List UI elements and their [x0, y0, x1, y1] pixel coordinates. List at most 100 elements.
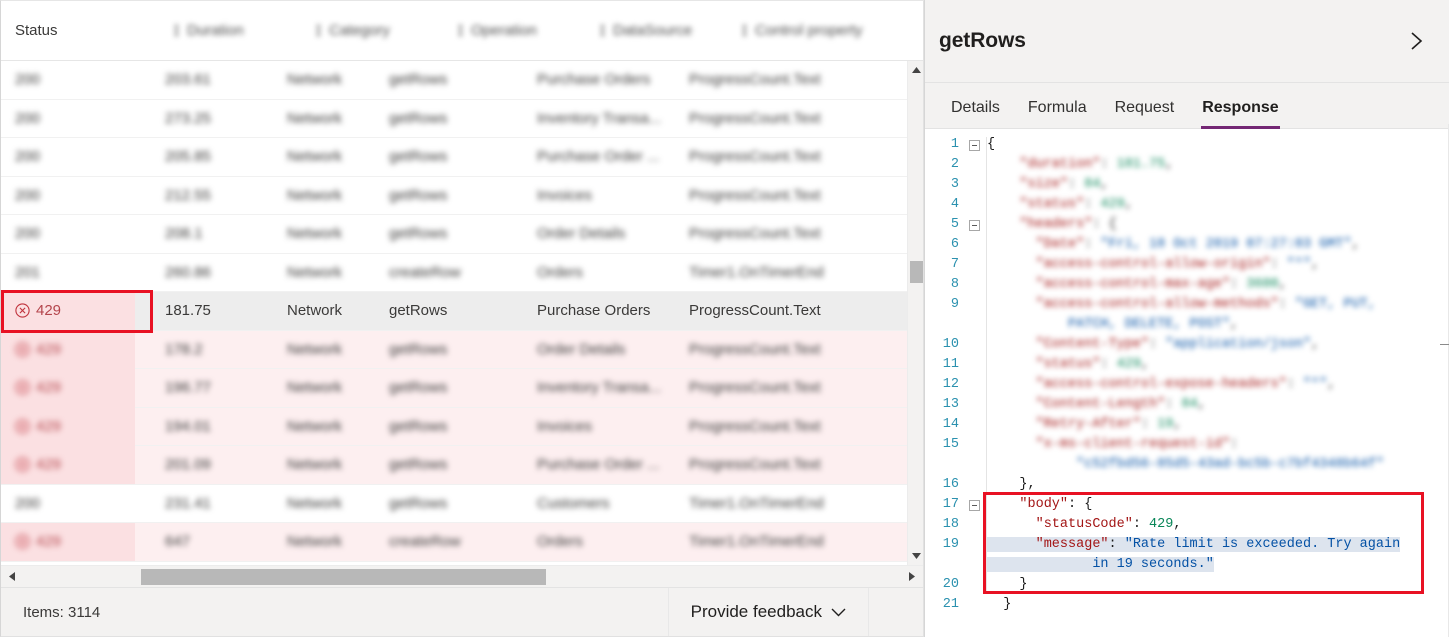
table-row[interactable]: 200 273.25 Network getRows Inventory Transa.… — [1, 99, 907, 138]
column-resize-handle[interactable] — [733, 24, 755, 37]
horizontal-scrollbar-track[interactable] — [23, 566, 901, 587]
column-header-category[interactable]: Category — [329, 22, 449, 39]
fold-collapse-icon[interactable] — [963, 135, 985, 151]
provide-feedback-label: Provide feedback — [690, 602, 822, 621]
cell-category: Network — [287, 71, 343, 89]
chevron-right-icon[interactable] — [1405, 30, 1427, 52]
horizontal-scrollbar-thumb[interactable] — [141, 569, 546, 585]
json-token: 84 — [1181, 397, 1198, 412]
json-token: 429 — [1149, 517, 1174, 532]
json-line: 10 "Content-Type": "application/json", — [925, 335, 1449, 355]
table-row[interactable]: 200 205.85 Network getRows Purchase Order ..… — [1, 138, 907, 177]
table-body-scroll-region[interactable]: 200 203.61 Network getRows Purchase Orders Pr… — [1, 61, 923, 565]
table-row[interactable]: 429 196.77 Network getRows Inventory Transa.… — [1, 368, 907, 408]
scroll-left-button[interactable] — [1, 566, 23, 588]
tab-request[interactable]: Request — [1101, 99, 1189, 128]
cell-status-text: 429 — [36, 417, 62, 435]
cell-datasource: Invoices — [537, 417, 593, 435]
json-token: : — [1132, 517, 1150, 532]
table-row[interactable]: 429 194.01 Network getRows Invoices ProgressC… — [1, 407, 907, 446]
column-resize-handle[interactable] — [591, 24, 613, 37]
fold-box[interactable] — [968, 500, 980, 511]
vertical-scrollbar[interactable] — [907, 61, 923, 565]
json-line-text: "duration": 181.75, — [985, 155, 1449, 175]
cell-operation: getRows — [389, 225, 448, 243]
cell-operation: getRows — [389, 456, 448, 474]
cell-control: ProgressCount.Text — [689, 109, 821, 127]
json-token: "Content-Type" — [987, 337, 1150, 352]
json-line-text: "Content-Length": 84, — [985, 395, 1449, 415]
vertical-scrollbar-thumb[interactable] — [910, 261, 923, 283]
scroll-up-button[interactable] — [908, 61, 923, 79]
fold-collapse-icon[interactable] — [963, 495, 985, 511]
provide-feedback-button[interactable]: Provide feedback — [667, 587, 869, 636]
json-token: "Content-Length" — [987, 397, 1166, 412]
json-token: 429 — [1116, 357, 1141, 372]
fold-box[interactable] — [968, 140, 980, 151]
json-token: "message" — [987, 537, 1109, 552]
json-token: "*" — [1286, 257, 1312, 272]
json-line: 8 "access-control-max-age": 3600, — [925, 275, 1449, 295]
tab-details[interactable]: Details — [937, 99, 1014, 128]
json-line-text: "headers": { — [985, 215, 1449, 235]
table-row[interactable]: 200 203.61 Network getRows Purchase Orders Pr… — [1, 61, 907, 100]
json-token: 19 — [1157, 417, 1174, 432]
cell-control: ProgressCount.Text — [689, 302, 821, 320]
scroll-right-button[interactable] — [901, 566, 923, 588]
response-json-viewer[interactable]: 1{2 "duration": 181.75, 3 "size": 84, 4 "s… — [925, 129, 1449, 637]
column-header-duration[interactable]: Duration — [187, 22, 307, 39]
details-tab-list: Details Formula Request Response — [925, 83, 1449, 129]
column-resize-handle[interactable] — [165, 24, 187, 37]
json-token: : — [1084, 197, 1101, 212]
table-row[interactable]: 429 178.2 Network getRows Order Details Progr… — [1, 330, 907, 369]
json-token: : — [1165, 397, 1182, 412]
tab-response[interactable]: Response — [1188, 99, 1292, 129]
fold-box[interactable] — [968, 220, 980, 231]
cell-operation: getRows — [389, 379, 448, 397]
json-token: "status" — [987, 357, 1101, 372]
table-row[interactable]: 200 231.41 Network getRows Customers Timer1.O… — [1, 484, 907, 523]
table-row[interactable]: 200 212.55 Network getRows Invoices ProgressC… — [1, 176, 907, 215]
table-row[interactable]: 429 201.09 Network getRows Purchase Order ..… — [1, 445, 907, 485]
json-line: 14 "Retry-After": 19, — [925, 415, 1449, 435]
tab-formula[interactable]: Formula — [1014, 99, 1101, 128]
cell-status-text: 429 — [36, 456, 62, 474]
json-token: , — [1173, 517, 1182, 532]
json-line: 16 }, — [925, 475, 1449, 495]
cell-control: ProgressCount.Text — [689, 71, 821, 89]
cell-status: 429 — [15, 302, 165, 319]
column-resize-handle[interactable] — [449, 24, 471, 37]
fold-collapse-icon[interactable] — [963, 215, 985, 231]
json-token: , — [1230, 317, 1239, 332]
column-header-control[interactable]: Control property — [755, 22, 875, 39]
column-header-status[interactable]: Status — [15, 22, 165, 39]
json-token: , — [1278, 277, 1287, 292]
cell-category: Network — [287, 186, 343, 204]
cell-control: ProgressCount.Text — [689, 456, 821, 474]
json-token: "Date" — [987, 237, 1085, 252]
table-row[interactable]: 201 260.86 Network createRow Orders Timer1.On… — [1, 253, 907, 292]
column-resize-handle[interactable] — [307, 24, 329, 37]
cell-control: ProgressCount.Text — [689, 340, 821, 358]
horizontal-scrollbar[interactable] — [1, 565, 923, 587]
line-number: 19 — [942, 537, 959, 552]
error-circle-x-icon — [15, 419, 30, 434]
json-line: 3 "size": 84, — [925, 175, 1449, 195]
json-token: 84 — [1084, 177, 1101, 192]
table-row[interactable]: 200 208.1 Network getRows Order Details Progr… — [1, 215, 907, 254]
cell-status: 429 — [15, 341, 165, 358]
table-row[interactable]: 429 647 Network createRow Orders Timer1.OnTim… — [1, 522, 907, 562]
scroll-down-button[interactable] — [908, 547, 923, 565]
column-header-operation[interactable]: Operation — [471, 22, 591, 39]
cell-datasource: Orders — [537, 533, 583, 551]
cell-status: 200 — [15, 109, 41, 127]
line-number: 16 — [942, 477, 959, 492]
column-header-datasource[interactable]: DataSource — [613, 22, 733, 39]
table-row[interactable]: 429 181.75 Network getRows Purchase Orders Pr… — [1, 291, 907, 331]
